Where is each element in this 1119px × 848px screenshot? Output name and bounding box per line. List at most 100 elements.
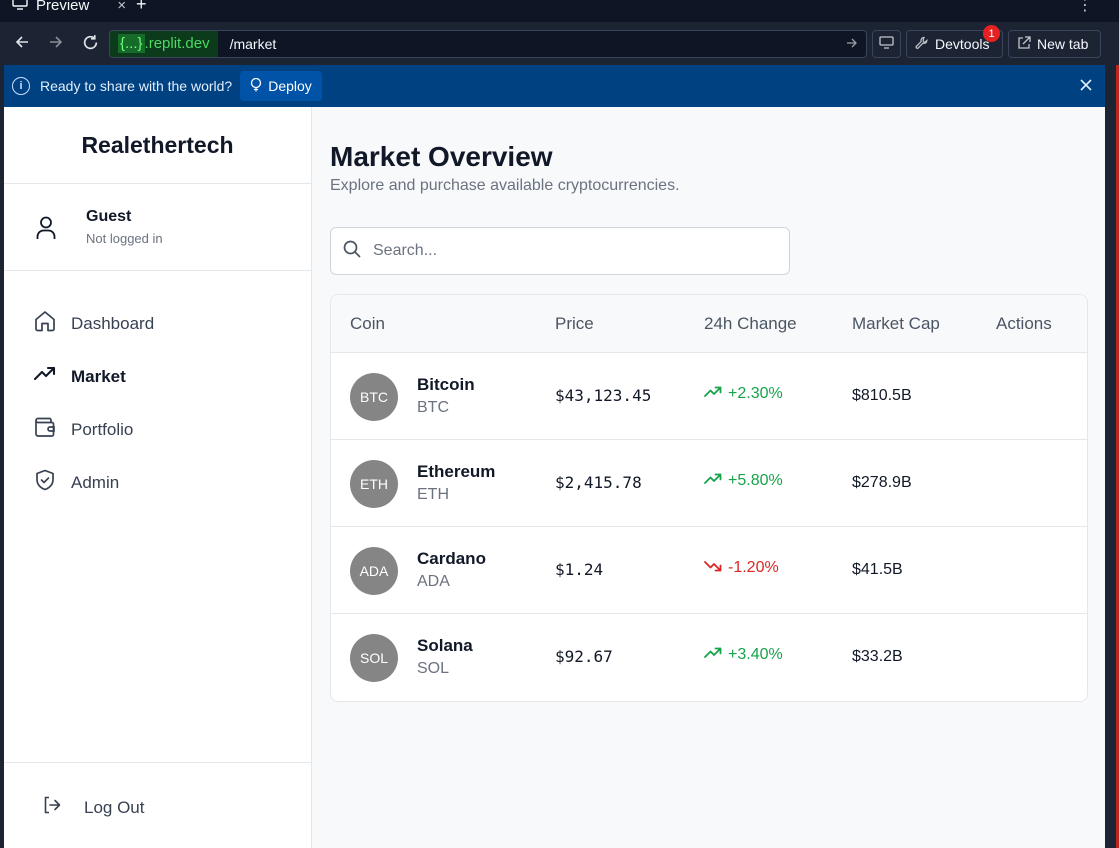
reload-icon[interactable]: [82, 34, 99, 56]
balloon-icon: [250, 77, 262, 95]
coin-price: $2,415.78: [555, 473, 642, 492]
sidebar-item-label: Admin: [71, 472, 120, 492]
go-arrow-icon[interactable]: [846, 37, 858, 52]
table-row[interactable]: SOL Solana SOL $92.67 +3.40% $33.2B: [331, 614, 1087, 701]
coin-name: Cardano: [417, 549, 486, 568]
coin-change: +5.80%: [704, 472, 783, 490]
tab-preview[interactable]: Preview ×: [0, 0, 138, 16]
url-field[interactable]: {...} .replit.dev /market: [109, 30, 867, 58]
change-value: +5.80%: [728, 472, 783, 489]
coin-change: +3.40%: [704, 646, 783, 664]
coin-market-cap: $41.5B: [852, 561, 903, 578]
devtools-badge: 1: [983, 25, 1000, 42]
sidebar-item-portfolio[interactable]: Portfolio: [4, 403, 312, 456]
new-tab-button[interactable]: New tab: [1008, 30, 1101, 58]
info-icon: i: [12, 77, 30, 95]
table-row[interactable]: BTC Bitcoin BTC $43,123.45 +2.30% $810.5…: [331, 353, 1087, 440]
devtools-label: Devtools: [935, 36, 990, 52]
coin-market-cap: $33.2B: [852, 648, 903, 665]
trending-up-icon: [704, 472, 722, 490]
table-row[interactable]: ADA Cardano ADA $1.24 -1.20% $41.5B: [331, 527, 1087, 614]
logout-icon: [42, 795, 62, 820]
change-value: +2.30%: [728, 385, 783, 402]
coin-price: $92.67: [555, 647, 613, 666]
tab-title: Preview: [36, 0, 90, 14]
close-banner-icon[interactable]: [1079, 76, 1093, 97]
table-row[interactable]: ETH Ethereum ETH $2,415.78 +5.80% $278.9…: [331, 440, 1087, 527]
user-panel: Guest Not logged in: [4, 184, 311, 271]
search-icon: [343, 240, 361, 263]
column-header-coin: Coin: [350, 314, 385, 333]
wallet-icon: [33, 415, 57, 444]
url-host-prefix: {...}: [118, 34, 145, 53]
logout-button[interactable]: Log Out: [42, 795, 145, 820]
logout-section: Log Out: [4, 762, 312, 848]
close-tab-icon[interactable]: ×: [117, 0, 126, 14]
coin-name: Ethereum: [417, 462, 496, 481]
coin-avatar: BTC: [350, 373, 398, 421]
coin-price: $43,123.45: [555, 386, 652, 405]
table-header: Coin Price 24h Change Market Cap Actions: [331, 295, 1087, 353]
devtools-button[interactable]: Devtools 1: [906, 25, 1003, 58]
column-header-market-cap: Market Cap: [852, 314, 940, 333]
coin-avatar: ETH: [350, 460, 398, 508]
home-icon: [33, 309, 57, 338]
coin-change: -1.20%: [704, 559, 779, 577]
market-table: Coin Price 24h Change Market Cap Actions…: [330, 294, 1088, 702]
user-name: Guest: [86, 208, 132, 225]
trending-up-icon: [704, 385, 722, 403]
forward-arrow-icon[interactable]: [48, 34, 64, 55]
add-tab-button[interactable]: +: [136, 0, 147, 15]
browser-tab-strip: Preview × + ⋮: [0, 0, 1119, 22]
search-box[interactable]: [330, 227, 790, 275]
change-value: -1.20%: [728, 559, 779, 576]
trending-down-icon: [704, 559, 722, 577]
column-header-actions: Actions: [996, 314, 1052, 333]
page-title: Market Overview: [330, 141, 553, 172]
coin-symbol: ETH: [417, 486, 449, 503]
external-link-icon: [1017, 35, 1031, 53]
address-bar-row: {...} .replit.dev /market Devtools 1 New …: [0, 22, 1119, 65]
shield-check-icon: [33, 468, 57, 497]
wrench-icon: [915, 36, 929, 53]
coin-market-cap: $810.5B: [852, 387, 912, 404]
column-header-change: 24h Change: [704, 314, 797, 333]
user-icon: [36, 216, 56, 245]
column-header-price: Price: [555, 314, 594, 333]
sidebar-item-label: Portfolio: [71, 419, 134, 439]
more-options-icon[interactable]: ⋮: [1077, 0, 1093, 15]
url-path: /market: [229, 36, 277, 52]
url-host: {...} .replit.dev: [110, 31, 218, 57]
screen-button[interactable]: [872, 30, 901, 58]
coin-symbol: SOL: [417, 660, 450, 677]
sidebar-nav: Dashboard Market Portfolio Admin: [4, 297, 312, 509]
logout-label: Log Out: [84, 797, 145, 817]
url-host-suffix: .replit.dev: [144, 35, 210, 52]
trending-up-icon: [704, 646, 722, 664]
trending-up-icon: [33, 362, 57, 391]
coin-name: Solana: [417, 636, 473, 655]
back-arrow-icon[interactable]: [14, 34, 30, 55]
sidebar-item-dashboard[interactable]: Dashboard: [4, 297, 312, 350]
search-input[interactable]: [373, 242, 753, 260]
sidebar: Realethertech Guest Not logged in Dashbo…: [4, 107, 312, 848]
brand-title: Realethertech: [4, 107, 311, 184]
coin-symbol: ADA: [417, 573, 450, 590]
deploy-button[interactable]: Deploy: [240, 71, 322, 101]
coin-symbol: BTC: [417, 399, 449, 416]
deploy-label: Deploy: [268, 78, 312, 94]
sidebar-item-admin[interactable]: Admin: [4, 456, 312, 509]
change-value: +3.40%: [728, 646, 783, 663]
sidebar-item-label: Dashboard: [71, 313, 155, 333]
window-edge: [1105, 65, 1119, 848]
sidebar-item-label: Market: [71, 366, 126, 386]
monitor-icon: [12, 0, 28, 14]
coin-market-cap: $278.9B: [852, 474, 912, 491]
sidebar-item-market[interactable]: Market: [4, 350, 312, 403]
deploy-banner: i Ready to share with the world? Deploy: [4, 65, 1105, 107]
user-status: Not logged in: [86, 231, 163, 246]
coin-avatar: SOL: [350, 634, 398, 682]
banner-message: Ready to share with the world?: [40, 78, 233, 94]
coin-change: +2.30%: [704, 385, 783, 403]
coin-price: $1.24: [555, 560, 604, 579]
